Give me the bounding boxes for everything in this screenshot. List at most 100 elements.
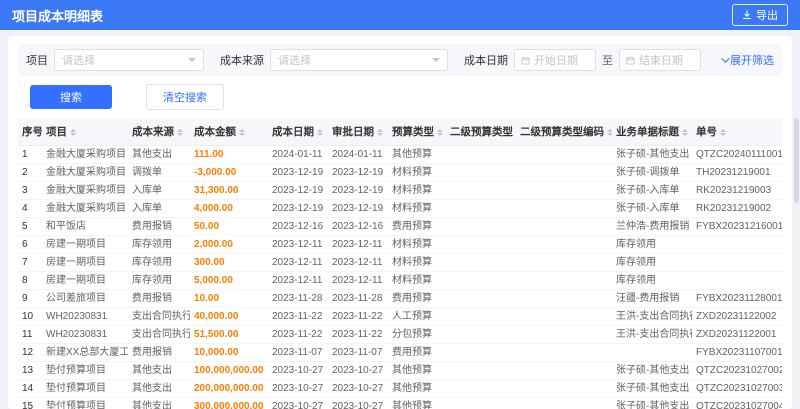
cell-doc_title: 张子硕-其他支出 [612, 397, 692, 409]
sort-icon[interactable] [437, 126, 443, 139]
cell-amount: 10,000.00 [190, 343, 268, 362]
cell-sub_budget_type [446, 163, 516, 182]
cost-source-select[interactable]: 请选择 [270, 49, 448, 71]
sort-icon[interactable] [377, 126, 383, 139]
column-header-doc_no[interactable]: 单号 [692, 118, 782, 146]
cell-sub_budget_type [446, 217, 516, 236]
cell-project: 垫付预算项目 [42, 397, 128, 409]
sort-icon[interactable] [720, 126, 726, 139]
cell-source: 入库单 [128, 199, 190, 218]
column-header-label: 成本来源 [132, 126, 174, 138]
expand-filter-toggle[interactable]: 展开筛选 [721, 52, 774, 68]
cost-detail-table: 序号 项目 成本来源 成本金额 成本日期 审批日期 预算类型 二级预算类型 二级预算类型编码 业务… [18, 118, 782, 409]
expand-filter-label: 展开筛选 [730, 55, 774, 67]
table-row: 13 垫付预算项目 其他支出 100,000,000.00 2023-10-27 2023… [18, 361, 782, 380]
cost-source-filter-label: 成本来源 [220, 55, 264, 67]
cell-cost_date: 2023-11-22 [268, 307, 328, 326]
cell-index: 1 [18, 145, 42, 164]
cell-approval_date: 2023-12-11 [328, 235, 388, 254]
column-header-label: 预算类型 [392, 126, 434, 138]
cost-source-filter-group: 成本来源 请选择 [220, 49, 448, 71]
cell-source: 其他支出 [128, 379, 190, 398]
column-header-label: 审批日期 [332, 126, 374, 138]
cell-sub_budget_code [516, 253, 612, 272]
cell-doc_no: QTZC20231027004 [692, 397, 782, 409]
sort-icon[interactable] [177, 126, 183, 139]
cell-amount: 2,000.00 [190, 235, 268, 254]
table-row: 11 WH20230831 支出合同执行 51,500.00 2023-11-22 202… [18, 325, 782, 344]
column-header-sub_budget_code[interactable]: 二级预算类型编码 [516, 118, 612, 146]
table-row: 12新建XX总部大厦工程二期费用报销10,000.002023-11-07202… [18, 343, 782, 362]
cell-doc_title: 汪疆-费用报销 [612, 289, 692, 308]
column-header-budget_type[interactable]: 预算类型 [388, 118, 446, 146]
cell-sub_budget_code [516, 307, 612, 326]
column-header-label: 业务单据标题 [616, 126, 679, 138]
cell-budget_type: 其他预算 [388, 145, 446, 164]
column-header-doc_title[interactable]: 业务单据标题 [612, 118, 692, 146]
export-icon [742, 10, 752, 20]
column-header-source[interactable]: 成本来源 [128, 118, 190, 146]
cell-amount: 100,000,000.00 [190, 361, 268, 380]
table-row: 7 房建一期项目 库存领用 300.00 2023-12-11 2023-12-11 材料预… [18, 253, 782, 272]
cell-doc_title: 库存领用 [612, 253, 692, 272]
export-button[interactable]: 导出 [732, 4, 788, 26]
cell-doc_no: ZXD20231122002 [692, 307, 782, 326]
sort-icon[interactable] [317, 126, 323, 139]
sort-icon[interactable] [239, 126, 245, 139]
cell-cost_date: 2023-12-16 [268, 217, 328, 236]
date-range-to-label: 至 [602, 55, 613, 67]
cell-source: 调拨单 [128, 163, 190, 182]
sort-icon[interactable] [70, 126, 76, 139]
content-card: 项目 请选择 成本来源 请选择 成本日期 开始日期 至 结束日期 展开筛选 搜索… [8, 36, 792, 409]
cell-source: 库存领用 [128, 253, 190, 272]
column-header-approval_date[interactable]: 审批日期 [328, 118, 388, 146]
cell-index: 2 [18, 163, 42, 182]
cell-approval_date: 2023-10-27 [328, 379, 388, 398]
cell-approval_date: 2023-12-11 [328, 271, 388, 290]
cell-project: 和平饭店 [42, 217, 128, 236]
cell-sub_budget_type [446, 271, 516, 290]
cell-source: 其他支出 [128, 145, 190, 164]
cell-cost_date: 2023-12-19 [268, 181, 328, 200]
cell-approval_date: 2023-12-11 [328, 253, 388, 272]
cell-budget_type: 费用预算 [388, 217, 446, 236]
clear-search-button[interactable]: 清空搜索 [146, 84, 224, 110]
column-header-sub_budget_type[interactable]: 二级预算类型 [446, 118, 516, 146]
cell-sub_budget_code [516, 199, 612, 218]
cell-cost_date: 2023-12-19 [268, 199, 328, 218]
cell-doc_title: 张子硕-其他支出 [612, 361, 692, 380]
column-header-label: 序号 [22, 126, 42, 138]
column-header-project[interactable]: 项目 [42, 118, 128, 146]
vertical-scrollbar[interactable] [794, 118, 799, 406]
cell-doc_no: FYBX20231107001 [692, 343, 782, 362]
sort-icon[interactable] [682, 126, 688, 139]
column-header-label: 成本金额 [194, 126, 236, 138]
cell-budget_type: 分包预算 [388, 325, 446, 344]
filter-bar: 项目 请选择 成本来源 请选择 成本日期 开始日期 至 结束日期 展开筛选 [18, 44, 782, 76]
cell-budget_type: 材料预算 [388, 271, 446, 290]
cell-sub_budget_type [446, 307, 516, 326]
search-button[interactable]: 搜索 [30, 85, 112, 109]
cell-doc_title: 王洪-支出合同执行 [612, 307, 692, 326]
cell-source: 库存领用 [128, 271, 190, 290]
end-date-input[interactable]: 结束日期 [619, 49, 701, 71]
table-row: 5 和平饭店 费用报销 50.00 2023-12-16 2023-12-16 费用预算 兰仲… [18, 217, 782, 236]
column-header-cost_date[interactable]: 成本日期 [268, 118, 328, 146]
scrollbar-thumb[interactable] [794, 118, 799, 203]
start-date-input[interactable]: 开始日期 [514, 49, 596, 71]
cell-amount: -3,000.00 [190, 163, 268, 182]
cell-sub_budget_code [516, 181, 612, 200]
cell-sub_budget_type [446, 289, 516, 308]
cell-doc_no: FYBX20231128001 [692, 289, 782, 308]
cell-amount: 200,000,000.00 [190, 379, 268, 398]
project-select[interactable]: 请选择 [54, 49, 204, 71]
sort-icon[interactable] [607, 126, 612, 139]
cell-project: 房建一期项目 [42, 271, 128, 290]
page-title: 项目成本明细表 [12, 8, 104, 24]
cell-amount: 10.00 [190, 289, 268, 308]
cell-doc_no: TH20231219001 [692, 163, 782, 182]
table-row: 1 金融大厦采购项目 其他支出 111.00 2024-01-11 2024-01-11 其… [18, 145, 782, 164]
cell-index: 13 [18, 361, 42, 380]
column-header-amount[interactable]: 成本金额 [190, 118, 268, 146]
cell-index: 5 [18, 217, 42, 236]
